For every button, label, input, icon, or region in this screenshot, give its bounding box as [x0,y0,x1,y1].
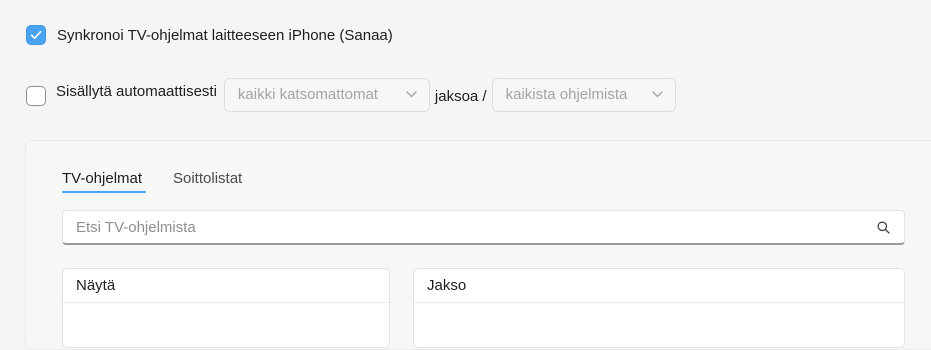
shows-dropdown-value: kaikista ohjelmista [505,86,628,103]
episodes-list-header: Jakso [414,269,904,303]
shows-list-header: Näytä [63,269,389,303]
sync-tv-shows-label: Synkronoi TV-ohjelmat laitteeseen iPhone… [57,26,393,44]
episodes-dropdown[interactable]: kaikki katsomattomat [223,77,430,112]
search-field[interactable] [62,210,905,245]
chevron-down-icon [651,91,663,98]
episodes-dropdown-value: kaikki katsomattomat [237,86,378,103]
auto-include-checkbox[interactable] [26,85,46,106]
episodes-list[interactable]: Jakso [413,268,905,348]
sync-tv-shows-checkbox[interactable] [26,25,46,45]
sync-tv-shows-row: Synkronoi TV-ohjelmat laitteeseen iPhone… [26,24,393,46]
tab-playlists[interactable]: Soittolistat [173,170,242,187]
auto-include-label: Sisällytä automaattisesti [56,83,217,100]
shows-dropdown[interactable]: kaikista ohjelmista [491,77,676,112]
episodes-column-label: Jakso [427,277,467,294]
shows-column-label: Näytä [76,277,116,294]
episodes-connector-label: jaksoa / [434,88,487,105]
active-tab-indicator [62,191,146,193]
search-input[interactable] [76,218,877,236]
checkmark-icon [30,31,42,39]
shows-list[interactable]: Näytä [62,268,390,348]
search-icon[interactable] [877,221,890,234]
auto-include-row: Sisällytä automaattisesti kaikki katsoma… [26,77,676,112]
chevron-down-icon [406,91,417,98]
tab-tv-shows[interactable]: TV-ohjelmat [62,170,142,187]
